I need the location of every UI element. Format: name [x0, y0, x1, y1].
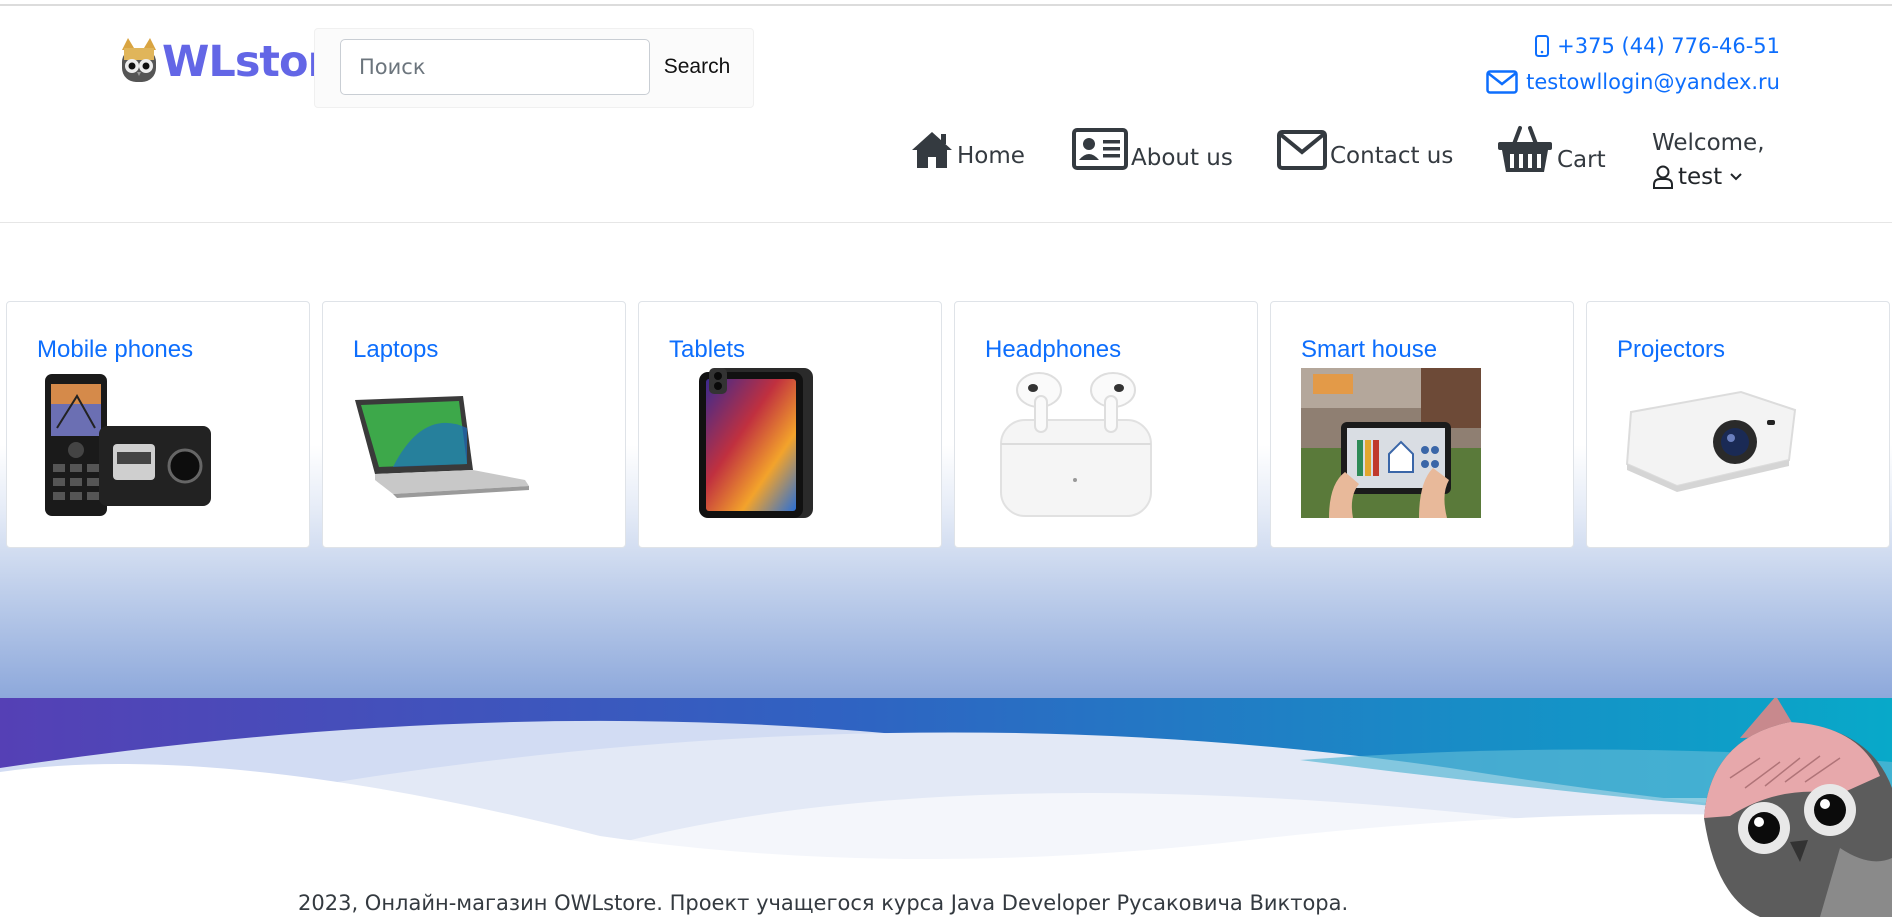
category-title[interactable]: Projectors — [1617, 336, 1725, 364]
nav-label-contact: Contact us — [1330, 143, 1454, 169]
chevron-down-icon — [1730, 173, 1742, 181]
category-card-projectors[interactable]: Projectors — [1586, 301, 1890, 548]
id-card-icon — [1072, 128, 1128, 170]
search-input[interactable] — [340, 39, 650, 95]
email-address: testowllogin@yandex.ru — [1526, 70, 1780, 94]
owl-mascot-image — [1704, 698, 1892, 917]
footer-copyright: 2023, Онлайн-магазин OWLstore. Проект уч… — [298, 891, 1349, 915]
user-menu-toggle[interactable]: test — [1652, 164, 1748, 190]
user-icon — [1653, 165, 1673, 189]
category-title[interactable]: Headphones — [985, 336, 1121, 364]
envelope-icon — [1277, 130, 1327, 170]
nav-item-contact[interactable]: Contact us — [1277, 130, 1453, 170]
tablet-image — [699, 368, 813, 518]
top-border — [0, 4, 1892, 6]
footer-wave-decoration — [0, 698, 1892, 917]
category-card-smart-house[interactable]: Smart house — [1270, 301, 1574, 548]
header-divider — [0, 222, 1892, 223]
laptop-image — [355, 396, 529, 498]
email-link[interactable]: testowllogin@yandex.ru — [1486, 70, 1780, 94]
nav-label-home: Home — [957, 143, 1025, 169]
projector-image — [1625, 390, 1797, 492]
search-button[interactable]: Search — [655, 39, 739, 95]
phone-link[interactable]: +375 (44) 776-46-51 — [1535, 34, 1780, 58]
category-card-mobile-phones[interactable]: Mobile phones — [6, 301, 310, 548]
category-title[interactable]: Smart house — [1301, 336, 1437, 364]
nav-item-cart[interactable]: Cart — [1496, 124, 1606, 174]
welcome-text: Welcome, — [1652, 130, 1765, 156]
category-card-tablets[interactable]: Tablets — [638, 301, 942, 548]
phone-number: +375 (44) 776-46-51 — [1557, 34, 1780, 58]
earbuds-image — [1000, 372, 1152, 517]
nav-item-about[interactable]: About us — [1072, 128, 1233, 172]
house-icon — [912, 132, 952, 168]
mobile-phones-image — [45, 374, 211, 516]
mobile-phone-icon — [1535, 35, 1550, 57]
username: test — [1678, 164, 1723, 190]
smart-home-tablet-image — [1301, 368, 1481, 518]
envelope-icon — [1486, 70, 1518, 94]
category-card-laptops[interactable]: Laptops — [322, 301, 626, 548]
nav-label-about: About us — [1131, 145, 1233, 171]
category-title[interactable]: Mobile phones — [37, 336, 193, 364]
category-card-headphones[interactable]: Headphones — [954, 301, 1258, 548]
owl-logo-icon — [122, 38, 156, 82]
nav-label-cart: Cart — [1557, 147, 1606, 173]
main-nav: Home About us Contact us Cart — [0, 124, 1892, 200]
category-title[interactable]: Laptops — [353, 336, 438, 364]
nav-item-home[interactable]: Home — [910, 130, 1025, 170]
shopping-basket-icon — [1498, 126, 1552, 172]
category-title[interactable]: Tablets — [669, 336, 745, 364]
search-form: Search — [314, 28, 754, 108]
